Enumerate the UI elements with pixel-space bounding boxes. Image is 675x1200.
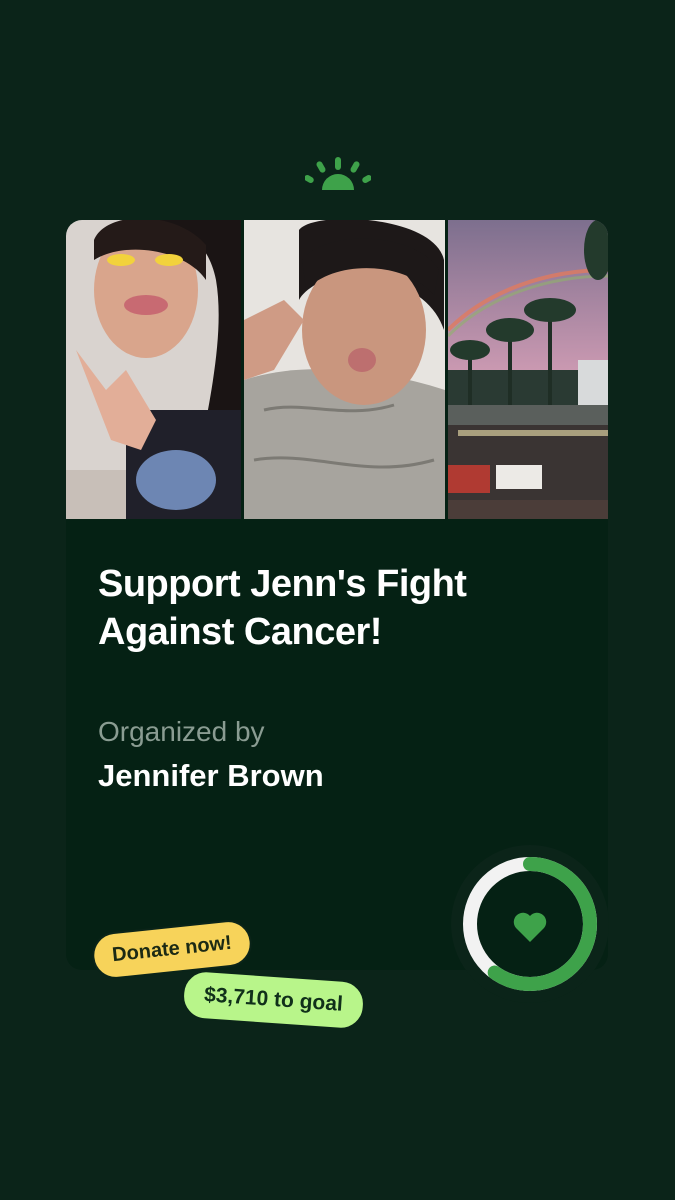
photo-strip bbox=[66, 220, 608, 519]
gofundme-logo-icon bbox=[305, 157, 371, 190]
campaign-title[interactable]: Support Jenn's Fight Against Cancer! bbox=[98, 560, 568, 656]
progress-ring bbox=[451, 845, 609, 1003]
organized-by-label: Organized by bbox=[98, 716, 265, 747]
goal-remaining-badge: $3,710 to goal bbox=[180, 968, 367, 1032]
photo-woman-peace-sign bbox=[66, 220, 241, 519]
organizer-name[interactable]: Jennifer Brown bbox=[98, 758, 324, 794]
photo-woman-hospital-bed bbox=[244, 220, 445, 519]
photo-hospital-palm-trees-rainbow bbox=[448, 220, 608, 519]
